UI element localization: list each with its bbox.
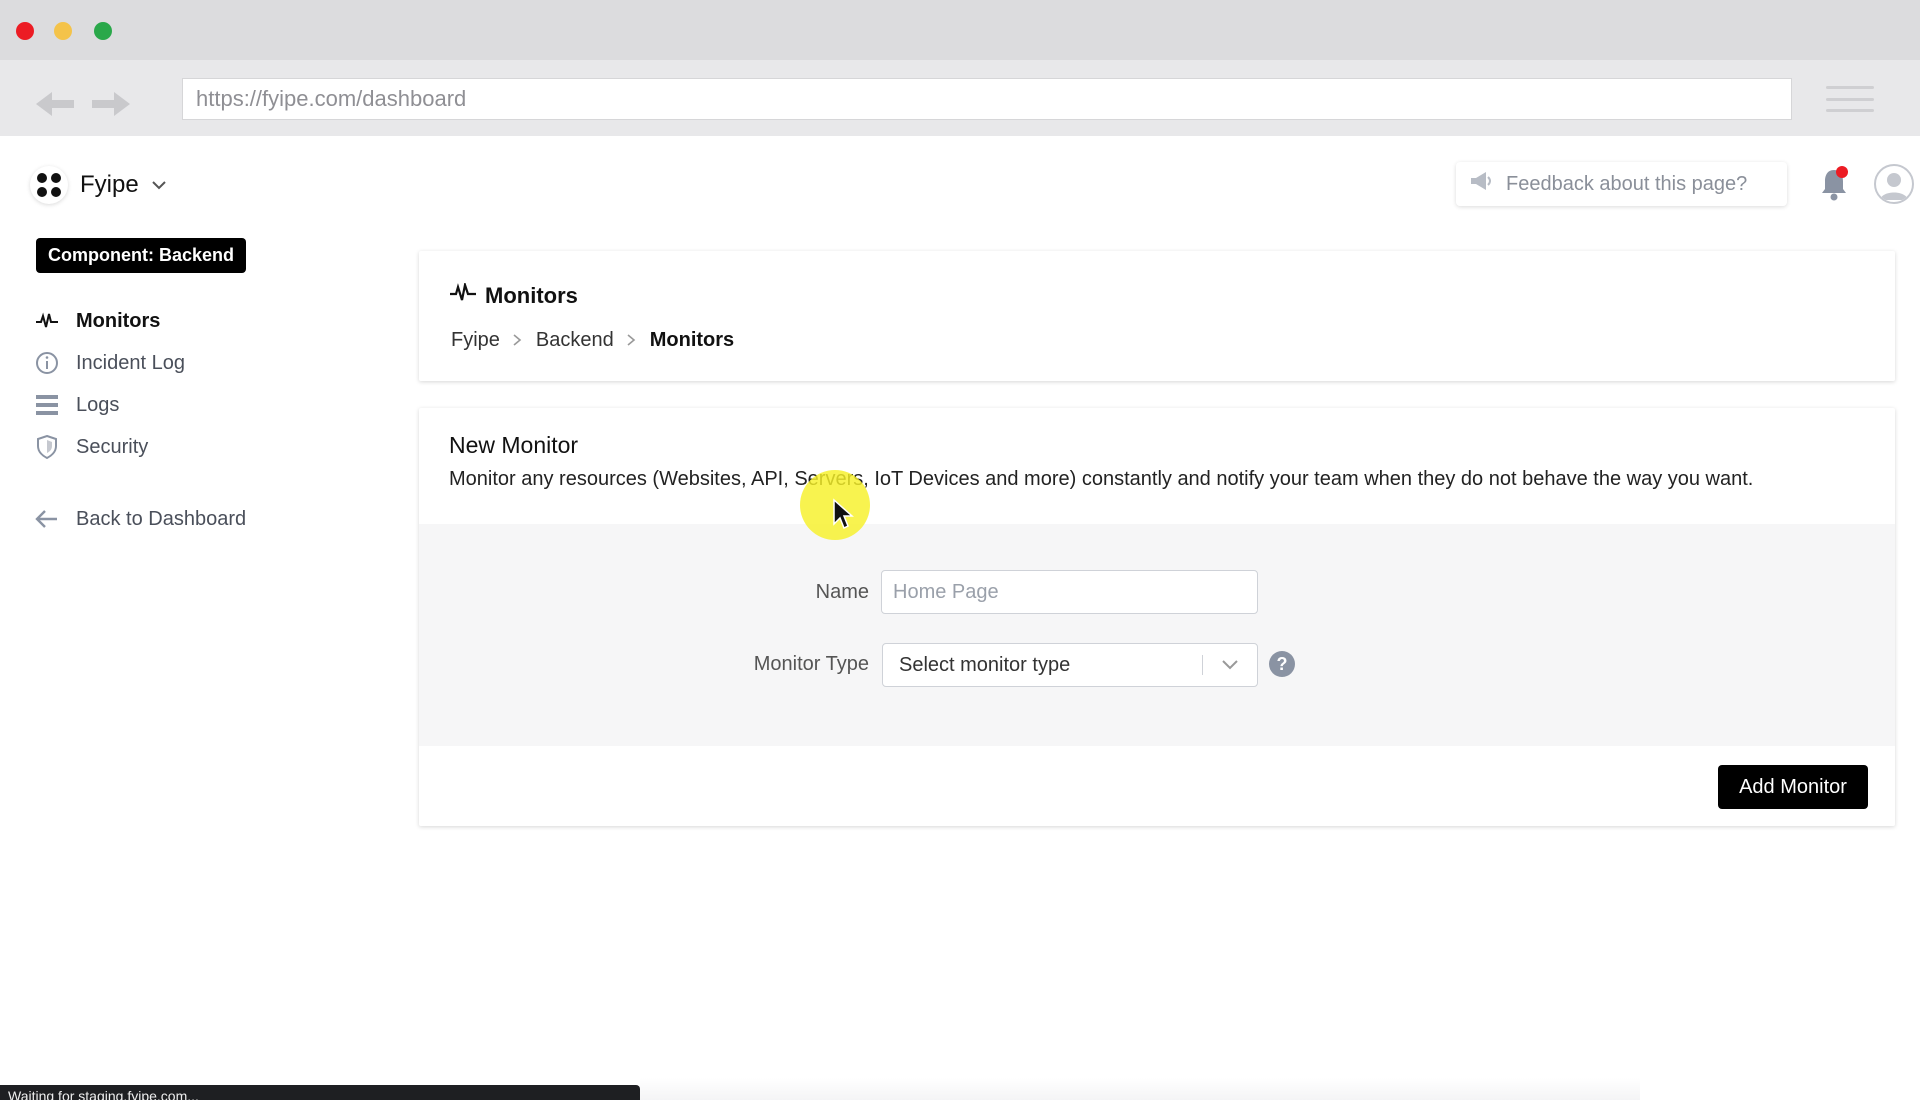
new-monitor-card: New Monitor Monitor any resources (Websi… (419, 408, 1895, 826)
shield-icon (34, 434, 60, 460)
page-header-card: Monitors Fyipe Backend Monitors (419, 251, 1895, 381)
back-to-dashboard-link[interactable]: Back to Dashboard (34, 502, 246, 536)
page-fade (640, 1078, 1640, 1100)
breadcrumb-item-project[interactable]: Fyipe (451, 329, 500, 352)
sidebar-item-logs[interactable]: Logs (34, 388, 119, 422)
forward-arrow-icon[interactable] (90, 84, 132, 124)
form-title: New Monitor (449, 432, 579, 458)
chevron-down-icon (151, 177, 167, 193)
sidebar-item-security[interactable]: Security (34, 430, 148, 464)
address-bar[interactable]: https://fyipe.com/dashboard (182, 78, 1792, 120)
monitor-name-input[interactable] (881, 570, 1258, 614)
browser-status-bar: Waiting for staging.fyipe.com... (0, 1085, 640, 1100)
browser-menu-icon[interactable] (1826, 86, 1874, 112)
name-label: Name (815, 581, 869, 603)
page-title-text: Monitors (485, 283, 578, 308)
chevron-down-icon (1203, 643, 1257, 687)
breadcrumb-item-current: Monitors (649, 328, 735, 351)
project-name: Fyipe (80, 171, 139, 198)
monitor-type-select[interactable]: Select monitor type (882, 643, 1258, 687)
back-to-dashboard-label: Back to Dashboard (76, 507, 247, 530)
window-minimize-button[interactable] (54, 22, 72, 40)
form-body: Name Monitor Type Select monitor type ? (419, 524, 1895, 746)
chevron-right-icon (626, 333, 638, 347)
feedback-input[interactable]: Feedback about this page? (1456, 162, 1787, 206)
sidebar-item-monitors[interactable]: Monitors (34, 304, 160, 338)
monitor-type-value: Select monitor type (899, 653, 1071, 676)
mouse-pointer-icon (832, 498, 854, 530)
avatar[interactable] (1874, 164, 1914, 204)
monitor-type-label: Monitor Type (753, 653, 869, 675)
window-close-button[interactable] (16, 22, 34, 40)
breadcrumb: Fyipe Backend Monitors (451, 326, 734, 354)
feedback-placeholder: Feedback about this page? (1506, 172, 1748, 195)
activity-icon (34, 308, 60, 334)
sidebar-item-label: Monitors (76, 309, 161, 332)
window-maximize-button[interactable] (94, 22, 112, 40)
sidebar-item-label: Incident Log (76, 351, 185, 374)
sidebar-item-label: Security (76, 435, 149, 458)
arrow-left-icon (34, 506, 60, 532)
component-badge: Component: Backend (36, 238, 247, 273)
megaphone-icon (1468, 170, 1494, 198)
sidebar-item-label: Logs (76, 393, 120, 416)
list-icon (34, 392, 60, 418)
sidebar-item-incident-log[interactable]: Incident Log (34, 346, 185, 380)
add-monitor-button[interactable]: Add Monitor (1718, 765, 1868, 809)
back-arrow-icon[interactable] (34, 84, 76, 124)
breadcrumb-item-component[interactable]: Backend (536, 329, 614, 352)
page-title: Monitors (449, 280, 578, 311)
project-switcher[interactable]: Fyipe (30, 166, 167, 204)
help-icon[interactable]: ? (1269, 651, 1295, 677)
activity-icon (449, 280, 477, 309)
notification-dot (1836, 166, 1848, 178)
project-logo-icon (30, 166, 68, 204)
browser-titlebar (0, 0, 1920, 60)
chevron-right-icon (512, 333, 524, 347)
info-icon (34, 350, 60, 376)
form-description: Monitor any resources (Websites, API, Se… (449, 468, 1754, 490)
